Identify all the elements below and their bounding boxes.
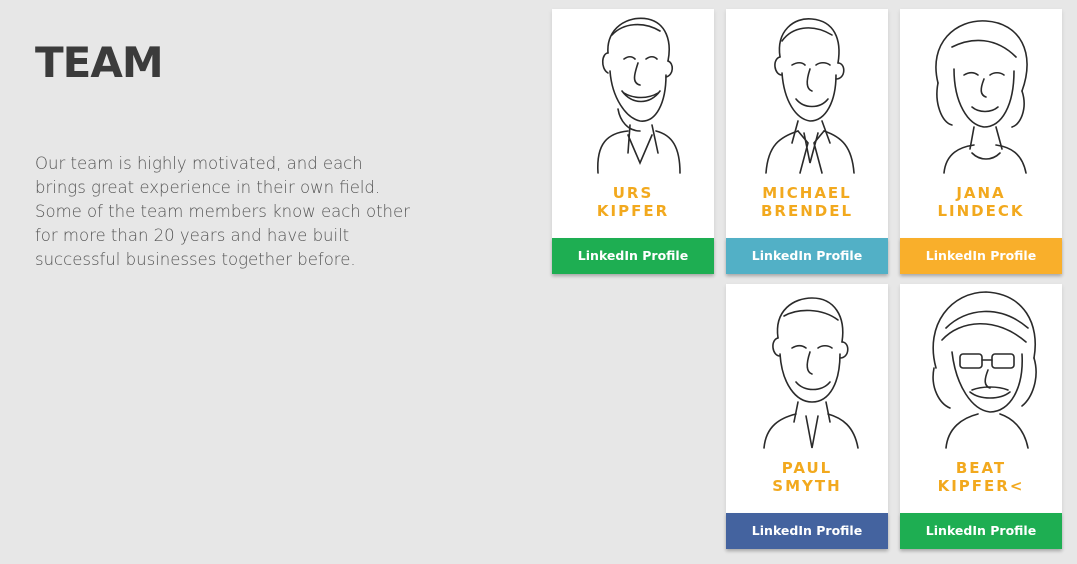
caricature-portrait-icon	[916, 13, 1046, 175]
team-card-beat-kipfer: BEAT KIPFER< LinkedIn Profile	[900, 284, 1062, 549]
member-first-name: MICHAEL	[762, 184, 852, 202]
member-first-name: PAUL	[781, 459, 833, 477]
team-card-jana-lindeck: JANA LINDECK LinkedIn Profile	[900, 9, 1062, 274]
team-card-michael-brendel: MICHAEL BRENDEL LinkedIn Profile	[726, 9, 888, 274]
linkedin-profile-button[interactable]: LinkedIn Profile	[900, 513, 1062, 549]
team-intro-text: Our team is highly motivated, and each b…	[35, 154, 410, 269]
member-last-name: LINDECK	[937, 202, 1025, 220]
member-name: BEAT KIPFER<	[900, 459, 1062, 495]
linkedin-profile-button[interactable]: LinkedIn Profile	[726, 513, 888, 549]
member-first-name: URS	[612, 184, 654, 202]
member-first-name: BEAT	[955, 459, 1007, 477]
member-name: URS KIPFER	[552, 184, 714, 220]
member-last-name: KIPFER<	[937, 477, 1025, 495]
member-last-name: SMYTH	[772, 477, 842, 495]
member-name: JANA LINDECK	[900, 184, 1062, 220]
linkedin-profile-button[interactable]: LinkedIn Profile	[552, 238, 714, 274]
member-name: MICHAEL BRENDEL	[726, 184, 888, 220]
member-last-name: BRENDEL	[760, 202, 854, 220]
caricature-portrait-icon	[916, 288, 1046, 450]
caricature-portrait-icon	[742, 13, 872, 175]
team-card-urs-kipfer: URS KIPFER LinkedIn Profile	[552, 9, 714, 274]
member-name: PAUL SMYTH	[726, 459, 888, 495]
caricature-portrait-icon	[568, 13, 698, 175]
team-card-paul-smyth: PAUL SMYTH LinkedIn Profile	[726, 284, 888, 549]
caricature-portrait-icon	[742, 288, 872, 450]
member-last-name: KIPFER	[596, 202, 670, 220]
linkedin-profile-button[interactable]: LinkedIn Profile	[900, 238, 1062, 274]
member-first-name: JANA	[956, 184, 1006, 202]
section-title: TEAM	[35, 38, 164, 87]
linkedin-profile-button[interactable]: LinkedIn Profile	[726, 238, 888, 274]
